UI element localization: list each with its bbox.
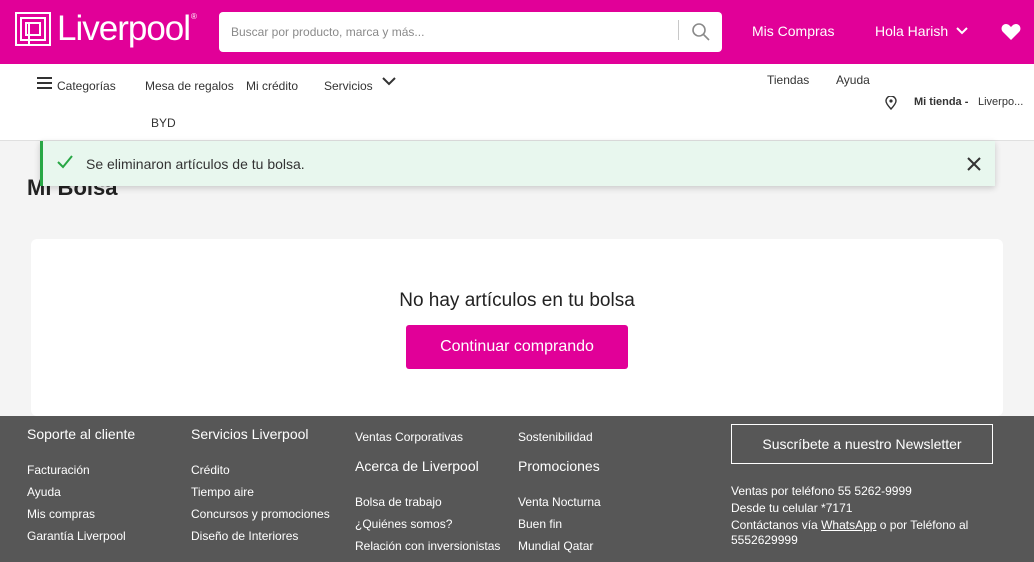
mi-tienda-label[interactable]: Mi tienda - xyxy=(914,96,968,108)
greeting-text: Hola Harish xyxy=(875,23,949,39)
footer-link[interactable]: ¿Quiénes somos? xyxy=(355,517,452,531)
empty-bag-message: No hay artículos en tu bolsa xyxy=(399,290,635,311)
top-header: Liverpool ® Mis Compras Hola Harish xyxy=(0,0,1034,64)
continue-shopping-button[interactable]: Continuar comprando xyxy=(406,325,628,369)
liverpool-logo-mark xyxy=(15,12,51,46)
empty-bag-card: No hay artículos en tu bolsa Continuar c… xyxy=(31,239,1003,416)
toast-message: Se eliminaron artículos de tu bolsa. xyxy=(86,156,305,172)
search-icon[interactable] xyxy=(691,22,711,42)
registered-mark: ® xyxy=(191,12,197,21)
chevron-down-icon xyxy=(956,27,968,35)
contact-prefix: Contáctanos vía xyxy=(731,518,818,532)
contact-cell-line: Desde tu celular *7171 xyxy=(731,501,853,515)
footer-link[interactable]: Buen fin xyxy=(518,517,562,531)
contact-via-line: Contáctanos vía WhatsApp o por Teléfono … xyxy=(731,518,968,532)
footer-heading-servicios: Servicios Liverpool xyxy=(191,426,309,442)
contact-suffix: o por Teléfono al xyxy=(879,518,969,532)
footer-link[interactable]: Concursos y promociones xyxy=(191,507,330,521)
footer-link[interactable]: Venta Nocturna xyxy=(518,495,601,509)
whatsapp-link[interactable]: WhatsApp xyxy=(821,518,876,532)
footer-link[interactable]: Tiempo aire xyxy=(191,485,254,499)
nav-byd[interactable]: BYD xyxy=(151,116,176,130)
servicios-chevron-icon[interactable] xyxy=(382,77,396,86)
footer-heading-promociones: Promociones xyxy=(518,458,600,474)
checkmark-icon xyxy=(57,155,73,169)
footer-link[interactable]: Sostenibilidad xyxy=(518,430,593,444)
newsletter-button[interactable]: Suscríbete a nuestro Newsletter xyxy=(731,424,993,464)
footer-link[interactable]: Bolsa de trabajo xyxy=(355,495,442,509)
account-menu[interactable]: Hola Harish xyxy=(875,23,968,39)
nav-servicios[interactable]: Servicios xyxy=(324,79,373,93)
footer-link[interactable]: Ventas Corporativas xyxy=(355,430,463,444)
footer-link[interactable]: Mis compras xyxy=(27,507,95,521)
search-input[interactable] xyxy=(231,12,671,52)
location-pin-icon xyxy=(885,96,897,110)
contact-phone-line: Ventas por teléfono 55 5262-9999 xyxy=(731,484,912,498)
nav-bar: Categorías Mesa de regalos Mi crédito Se… xyxy=(0,64,1034,141)
footer-link[interactable]: Crédito xyxy=(191,463,230,477)
footer-link[interactable]: Relación con inversionistas xyxy=(355,539,500,553)
search-divider xyxy=(678,20,679,40)
footer-link[interactable]: Mundial Qatar xyxy=(518,539,593,553)
footer-link[interactable]: Facturación xyxy=(27,463,90,477)
footer-link[interactable]: Garantía Liverpool xyxy=(27,529,126,543)
logo-text: Liverpool xyxy=(57,9,191,48)
heart-icon[interactable] xyxy=(1001,23,1021,41)
footer: Soporte al cliente Facturación Ayuda Mis… xyxy=(0,416,1034,562)
nav-categorias[interactable]: Categorías xyxy=(57,79,116,93)
liverpool-logo[interactable]: Liverpool ® xyxy=(15,9,197,48)
nav-ayuda[interactable]: Ayuda xyxy=(836,73,870,87)
success-toast: Se eliminaron artículos de tu bolsa. xyxy=(40,141,995,186)
footer-link[interactable]: Ayuda xyxy=(27,485,61,499)
nav-tiendas[interactable]: Tiendas xyxy=(767,73,809,87)
mi-tienda-value[interactable]: Liverpo... xyxy=(978,96,1023,108)
footer-link[interactable]: Diseño de Interiores xyxy=(191,529,298,543)
footer-heading-acerca: Acerca de Liverpool xyxy=(355,458,479,474)
search-bar xyxy=(219,12,722,52)
mis-compras-link[interactable]: Mis Compras xyxy=(752,23,834,39)
footer-heading-soporte: Soporte al cliente xyxy=(27,426,136,442)
nav-mesa-regalos[interactable]: Mesa de regalos xyxy=(145,79,234,93)
nav-mi-credito[interactable]: Mi crédito xyxy=(246,79,298,93)
hamburger-icon[interactable] xyxy=(37,77,52,89)
contact-phone-number[interactable]: 5552629999 xyxy=(731,533,798,547)
close-icon[interactable] xyxy=(967,157,981,171)
